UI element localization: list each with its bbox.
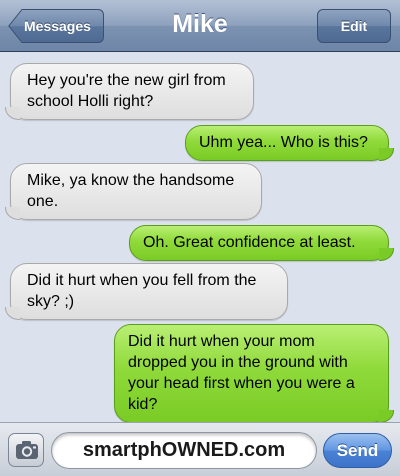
message-input[interactable]: smartphOWNED.com (51, 432, 317, 469)
incoming-message: Hey you're the new girl from school Holl… (5, 63, 254, 120)
send-button[interactable]: Send (323, 433, 392, 468)
message-thread[interactable]: Hey you're the new girl from school Holl… (0, 52, 400, 423)
outgoing-message: Did it hurt when your mom dropped you in… (114, 324, 394, 423)
message-input-text: smartphOWNED.com (82, 439, 286, 461)
outgoing-message: Uhm yea... Who is this? (185, 125, 394, 161)
edit-button[interactable]: Edit (317, 9, 391, 43)
incoming-message: Mike, ya know the handsome one. (5, 163, 262, 220)
incoming-message: Did it hurt when you fell from the sky? … (5, 263, 288, 320)
outgoing-message: Oh. Great confidence at least. (129, 225, 394, 261)
camera-icon (16, 441, 38, 459)
camera-button[interactable] (8, 433, 44, 467)
compose-bar: smartphOWNED.com Send (0, 422, 400, 476)
navigation-bar: Messages Mike Edit (0, 0, 400, 52)
